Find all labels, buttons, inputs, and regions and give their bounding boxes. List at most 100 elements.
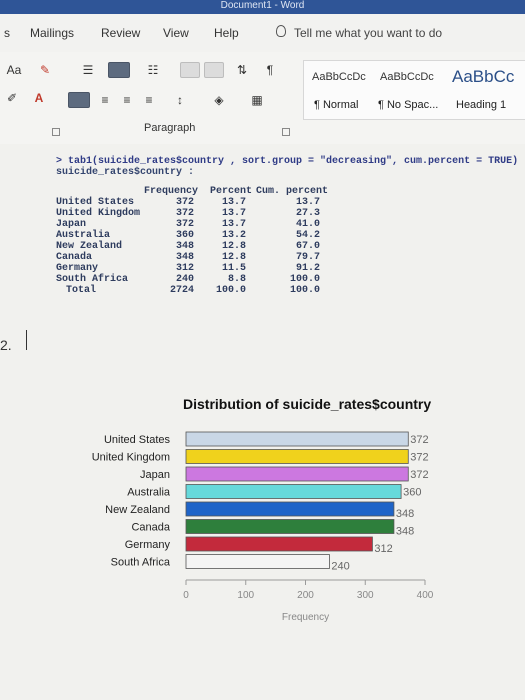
data-label: 372 [410,469,428,481]
column-header-percent: Percent [210,186,253,197]
row-label: New Zealand [56,241,123,252]
category-label: Germany [125,539,171,551]
bar [185,431,409,447]
bar [185,466,409,482]
x-tick-label: 300 [357,590,374,601]
pilcrow-icon[interactable]: ¶ [262,62,278,78]
category-label: United States [104,434,171,446]
style-sample-normal: AaBbCcDc [312,71,366,83]
style-no-spacing[interactable]: ¶ No Spac... [378,99,438,111]
cell-percent: 12.8 [221,252,246,263]
paragraph-group-label: Paragraph [144,122,196,134]
highlight-color-icon[interactable]: ✐ [4,90,20,106]
cell-cum-percent: 27.3 [295,208,320,219]
bar [185,501,395,517]
tell-me-search[interactable]: Tell me what you want to do [294,26,442,40]
row-label: Japan [56,219,87,230]
bar [185,536,373,552]
sort-icon[interactable]: ⇅ [234,62,250,78]
row-label: Australia [56,230,111,241]
data-label: 240 [331,561,349,573]
cell-percent: 13.7 [221,197,246,208]
cell-percent: 100.0 [215,285,246,296]
cell-frequency: 348 [175,252,194,263]
row-label: South Africa [56,274,129,285]
data-label: 348 [396,508,414,520]
bar-chart: United States United Kingdom Japan Australi… [92,431,434,623]
increase-indent-button[interactable] [204,62,224,78]
data-label: 360 [403,487,421,499]
cell-frequency: 372 [175,208,194,219]
cell-cum-percent: 100.0 [289,274,320,285]
align-right-icon[interactable]: ≡ [118,92,136,108]
text-cursor [26,330,27,350]
shading-icon[interactable]: ◈ [206,92,232,108]
cell-percent: 13.7 [221,208,246,219]
tab-mailings[interactable]: Mailings [30,26,74,40]
category-label: South Africa [111,557,171,569]
row-label: United States [56,197,135,208]
align-left-button[interactable] [68,92,90,108]
document-page[interactable]: > tab1(suicide_rates$country , sort.grou… [0,144,525,700]
cell-percent: 11.5 [221,263,246,274]
multilevel-list-icon[interactable]: ☷ [142,62,164,78]
cell-frequency: 2724 [169,285,194,296]
cell-cum-percent: 100.0 [289,285,320,296]
tab-help[interactable]: Help [214,26,239,40]
cell-cum-percent: 91.2 [295,263,320,274]
cell-percent: 13.7 [221,219,246,230]
row-label: Total [66,285,97,296]
cell-cum-percent: 41.0 [295,219,320,230]
cell-frequency: 372 [175,219,194,230]
r-console-output: > tab1(suicide_rates$country , sort.grou… [56,156,518,178]
data-label: 372 [410,434,428,446]
bullets-icon[interactable]: ☰ [78,62,98,78]
borders-icon[interactable]: ▦ [244,92,270,108]
decrease-indent-button[interactable] [180,62,200,78]
bar [185,449,409,464]
x-axis-label: Frequency [282,612,329,623]
cell-percent: 12.8 [221,241,246,252]
lightbulb-icon [276,25,286,37]
row-label: United Kingdom [56,208,141,219]
list-number: 2. [0,337,12,353]
text-effects-icon[interactable]: ✎ [36,62,54,78]
data-label: 372 [410,452,428,464]
style-heading-1[interactable]: Heading 1 [456,99,506,111]
category-label: New Zealand [105,504,170,516]
tab-view[interactable]: View [163,26,189,40]
paragraph-dialog-launcher-icon[interactable] [282,128,290,136]
justify-icon[interactable]: ≡ [140,92,158,108]
chart-title: Distribution of suicide_rates$country [183,396,432,412]
x-tick-label: 0 [183,590,189,601]
r-command: > tab1(suicide_rates$country , sort.grou… [56,156,519,167]
change-case-button[interactable]: Aa [2,62,26,78]
cell-percent: 8.8 [227,274,246,285]
font-color-icon[interactable]: A [30,90,48,106]
cell-cum-percent: 67.0 [295,241,320,252]
tab-review[interactable]: Review [101,26,140,40]
x-tick-label: 200 [297,590,314,601]
cell-frequency: 312 [175,263,194,274]
data-label: 348 [396,526,414,538]
r-output-header: suicide_rates$country : [56,167,195,178]
cell-frequency: 372 [175,197,194,208]
numbering-button[interactable] [108,62,130,78]
data-label: 312 [374,543,392,555]
bar [185,519,395,534]
cell-frequency: 240 [175,274,194,285]
bar [185,554,330,569]
style-normal[interactable]: ¶ Normal [314,99,358,111]
styles-gallery[interactable]: AaBbCcDc AaBbCcDc AaBbCc ¶ Normal ¶ No S… [303,60,525,120]
category-label: Japan [140,469,170,481]
bar [185,484,402,499]
cell-cum-percent: 13.7 [295,197,320,208]
align-center-icon[interactable]: ≡ [96,92,114,108]
column-header-cum-percent: Cum. percent [256,186,329,197]
line-spacing-icon[interactable]: ↕ [168,92,192,108]
font-dialog-launcher-icon[interactable] [52,128,60,136]
x-tick-label: 100 [237,590,254,601]
window-title: Document1 - Word [0,0,525,14]
cell-cum-percent: 79.7 [295,252,320,263]
tab-file-partial[interactable]: s [4,26,10,40]
